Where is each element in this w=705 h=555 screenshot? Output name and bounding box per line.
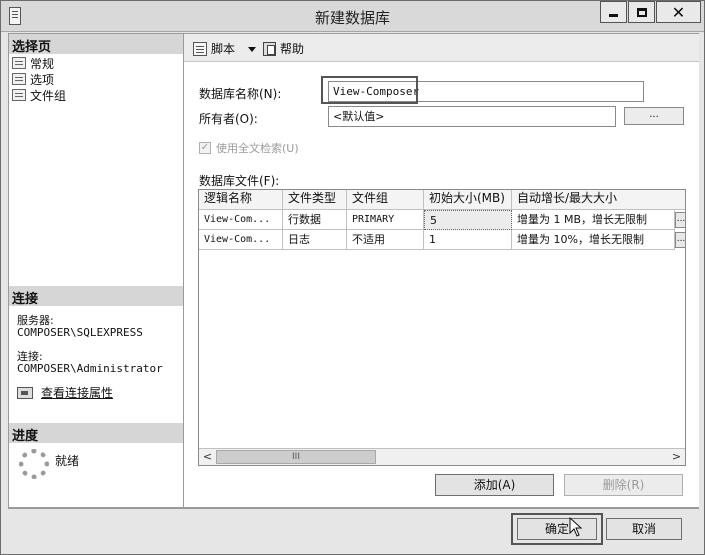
- cancel-button[interactable]: 取消: [606, 518, 682, 540]
- table-row[interactable]: View-Com... 日志 不适用 1 增量为 10%，增长无限制 ...: [199, 230, 685, 250]
- page-item-options[interactable]: 选项: [12, 71, 54, 87]
- maximize-icon: [636, 7, 647, 17]
- progress-spinner-icon: [19, 449, 49, 479]
- page-icon: [12, 57, 26, 69]
- script-button[interactable]: 脚本: [193, 40, 235, 57]
- script-dropdown-icon[interactable]: [248, 47, 256, 52]
- connection-info: 连接: COMPOSER\Administrator: [17, 351, 163, 375]
- connection-value: COMPOSER\Administrator: [17, 362, 163, 375]
- autogrowth-cell[interactable]: 增量为 10%，增长无限制: [512, 230, 675, 250]
- filegroup-cell[interactable]: PRIMARY: [347, 210, 424, 230]
- autogrowth-cell[interactable]: 增量为 1 MB，增长无限制: [512, 210, 675, 230]
- mouse-cursor-icon: [569, 517, 583, 537]
- minimize-button[interactable]: [600, 1, 627, 23]
- server-value: COMPOSER\SQLEXPRESS: [17, 326, 143, 339]
- db-name-label: 数据库名称(N):: [199, 87, 282, 101]
- divider: [8, 508, 699, 509]
- window-title: 新建数据库: [314, 9, 390, 27]
- view-connection-properties-link[interactable]: 查看连接属性: [17, 384, 113, 401]
- connection-properties-icon: [17, 386, 33, 399]
- table-row[interactable]: View-Com... 行数据 PRIMARY 5 增量为 1 MB，增长无限制…: [199, 210, 685, 230]
- select-page-header: 选择页: [9, 34, 183, 55]
- horizontal-scrollbar[interactable]: < III >: [199, 448, 685, 465]
- scroll-left-icon[interactable]: <: [199, 449, 216, 465]
- fulltext-label: 使用全文检索(U): [216, 142, 299, 155]
- db-files-label: 数据库文件(F):: [199, 174, 280, 188]
- left-pane: 选择页 常规 选项 文件组 连接 服务器: COMPOSER\SQLEXPRES…: [8, 33, 184, 508]
- db-files-grid: 逻辑名称 文件类型 文件组 初始大小(MB) 自动增长/最大大小 View-Co…: [198, 189, 686, 466]
- ok-button[interactable]: 确定: [517, 518, 597, 540]
- owner-browse-button[interactable]: ...: [624, 107, 684, 125]
- initial-size-cell[interactable]: 1: [424, 230, 512, 250]
- server-info: 服务器: COMPOSER\SQLEXPRESS: [17, 315, 143, 339]
- initial-size-cell[interactable]: 5: [424, 210, 512, 230]
- column-header[interactable]: 逻辑名称: [199, 190, 283, 210]
- page-icon: [12, 89, 26, 101]
- scroll-right-icon[interactable]: >: [668, 449, 685, 465]
- grid-header-row: 逻辑名称 文件类型 文件组 初始大小(MB) 自动增长/最大大小: [199, 190, 685, 210]
- checkbox-check-icon: ✓: [199, 142, 211, 154]
- minimize-icon: [609, 13, 618, 17]
- view-connection-label: 查看连接属性: [41, 386, 114, 400]
- scrollbar-thumb[interactable]: III: [216, 450, 376, 464]
- page-item-filegroups[interactable]: 文件组: [12, 87, 66, 103]
- page-item-label: 文件组: [30, 88, 67, 103]
- toolbar: 脚本 帮助: [184, 34, 699, 62]
- progress-header: 进度: [9, 423, 183, 444]
- owner-input[interactable]: <默认值>: [328, 106, 616, 127]
- new-database-dialog: 新建数据库 ✕ 选择页 常规 选项 文件组 连接 服务器: COMPOSER\S…: [0, 0, 705, 555]
- progress-status: 就绪: [55, 454, 80, 468]
- logical-name-cell[interactable]: View-Com...: [199, 230, 283, 250]
- column-header[interactable]: 自动增长/最大大小: [512, 190, 685, 210]
- page-icon: [12, 73, 26, 85]
- help-label: 帮助: [280, 42, 305, 56]
- connection-header: 连接: [9, 286, 183, 307]
- script-label: 脚本: [211, 42, 236, 56]
- close-icon: ✕: [671, 2, 686, 22]
- column-header[interactable]: 文件类型: [283, 190, 347, 210]
- script-icon: [193, 41, 207, 56]
- help-icon: [263, 41, 276, 56]
- autogrowth-edit-button[interactable]: ...: [675, 232, 685, 248]
- autogrowth-edit-button[interactable]: ...: [675, 212, 685, 228]
- page-item-label: 选项: [30, 72, 55, 87]
- page-item-label: 常规: [30, 56, 55, 71]
- add-button[interactable]: 添加(A): [435, 474, 554, 496]
- title-bar: 新建数据库 ✕: [1, 1, 704, 32]
- column-header[interactable]: 文件组: [347, 190, 424, 210]
- close-button[interactable]: ✕: [656, 1, 701, 23]
- db-name-highlight: [321, 76, 418, 104]
- remove-button[interactable]: 删除(R): [564, 474, 683, 496]
- file-type-cell[interactable]: 行数据: [283, 210, 347, 230]
- owner-label: 所有者(O):: [199, 112, 258, 126]
- help-button[interactable]: 帮助: [263, 40, 304, 57]
- right-pane: 脚本 帮助 数据库名称(N): View-Composer 所有者(O): <默…: [184, 33, 699, 508]
- logical-name-cell[interactable]: View-Com...: [199, 210, 283, 230]
- maximize-button[interactable]: [628, 1, 655, 23]
- fulltext-checkbox[interactable]: ✓ 使用全文检索(U): [199, 140, 299, 156]
- column-header[interactable]: 初始大小(MB): [424, 190, 512, 210]
- filegroup-cell[interactable]: 不适用: [347, 230, 424, 250]
- page-item-general[interactable]: 常规: [12, 55, 54, 71]
- file-type-cell[interactable]: 日志: [283, 230, 347, 250]
